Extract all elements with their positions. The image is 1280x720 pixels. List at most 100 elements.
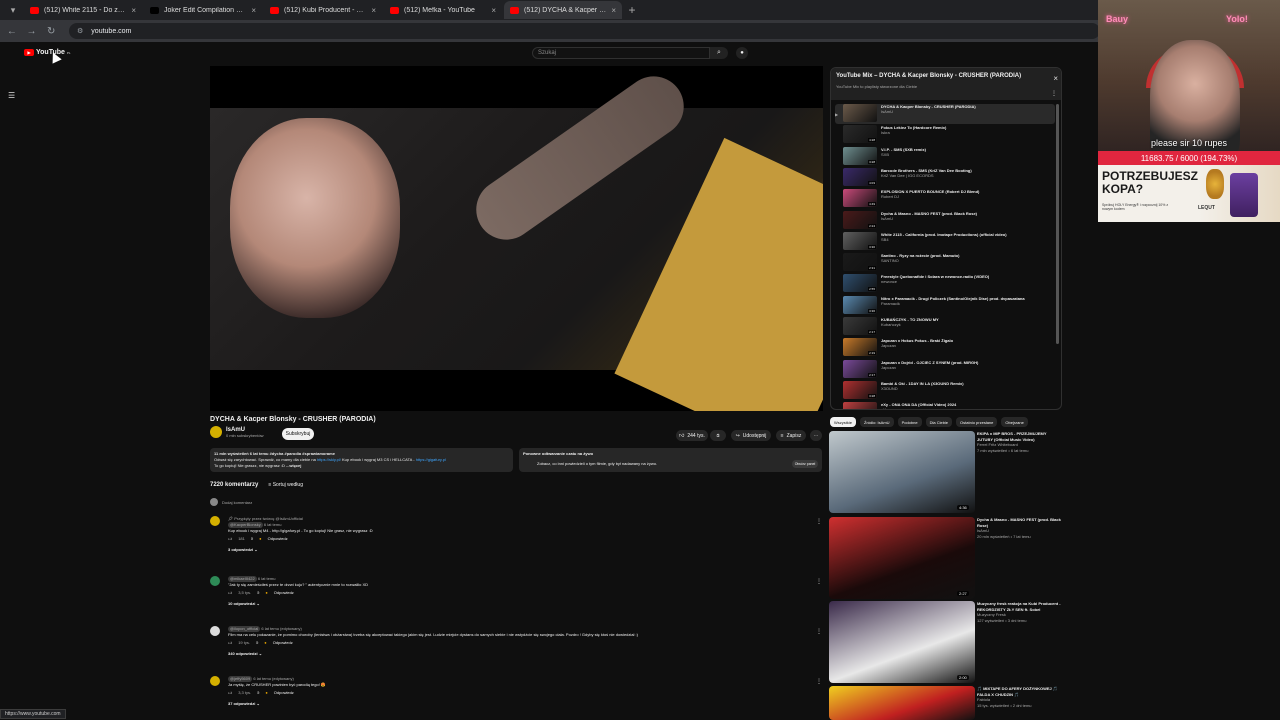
comment-dislike-icon[interactable]: ✋︎ (257, 590, 259, 596)
browser-tab[interactable]: (512) DYCHA & Kacper Blonsky × (504, 1, 622, 19)
new-tab-button[interactable]: + (624, 3, 640, 17)
dislike-button[interactable]: ✋︎ (710, 430, 726, 441)
more-actions-button[interactable]: ⋯ (810, 430, 822, 441)
browser-tab[interactable]: (512) White 2115 - Do zachodu × (24, 1, 142, 19)
comment-menu-icon[interactable]: ⋮ (816, 518, 822, 525)
site-info-icon[interactable]: ⚙ (77, 27, 83, 35)
chevron-down-icon: ⌄ (256, 701, 260, 706)
playlist-duration: 3:30 (868, 244, 876, 249)
close-tab-icon[interactable]: × (491, 6, 496, 15)
comment-menu-icon[interactable]: ⋮ (816, 628, 822, 635)
comment-avatar[interactable] (210, 676, 220, 686)
comment-like-icon[interactable]: 👍︎ (228, 690, 232, 696)
donation-goal-bar: 11683.75 / 6000 (194.73%) (1098, 151, 1280, 165)
replies-toggle[interactable]: 10 odpowiedzi ⌄ (228, 601, 818, 607)
back-icon[interactable]: ← (6, 26, 18, 37)
browser-tab[interactable]: (512) Kubi Producent - KOSZT × (264, 1, 382, 19)
comment-menu-icon[interactable]: ⋮ (816, 578, 822, 585)
search-input[interactable]: Szukaj (532, 47, 710, 59)
filter-chip[interactable]: Wszystkie (830, 417, 856, 427)
comment-menu-icon[interactable]: ⋮ (816, 678, 822, 685)
playlist-scrollbar[interactable] (1056, 104, 1059, 344)
playlist-item[interactable]: 2:19 Japczan x Hokus Pokus - Braki Żigalo… (835, 338, 1055, 358)
comment-dislike-icon[interactable]: ✋︎ (256, 640, 258, 646)
browser-tab[interactable]: Joker Edit Compilation Clips | T × (144, 1, 262, 19)
comment-like-icon[interactable]: 👍︎ (228, 640, 232, 646)
close-icon[interactable]: × (1053, 74, 1058, 83)
comment-like-icon[interactable]: 👍︎ (228, 536, 232, 542)
filter-chip[interactable]: Ostatnio przesłane (956, 417, 998, 427)
description-link[interactable]: https://skiy.pl/ (317, 457, 341, 462)
open-panel-button[interactable]: Otwórz panel (792, 460, 818, 468)
comment-avatar[interactable] (210, 626, 220, 636)
playlist-item[interactable]: 2:17 KUBAŃCZYK - TO ZNOWU MY Kubańczyk (835, 317, 1055, 337)
sort-button[interactable]: ≡ Sortuj według (268, 482, 303, 488)
forward-icon[interactable]: → (26, 26, 38, 37)
reload-icon[interactable]: ↻ (45, 26, 57, 37)
recommended-thumbnail[interactable] (829, 686, 975, 720)
share-button[interactable]: ↪ Udostępnij (731, 430, 771, 441)
filter-chip[interactable]: Źródło: IsAmU (860, 417, 894, 427)
recommended-thumbnail[interactable] (829, 431, 975, 513)
filter-chip[interactable]: Podobne (897, 417, 922, 427)
playlist-thumbnail: 4:49 (843, 189, 877, 208)
playlist-item[interactable]: ▶ DYCHA & Kacper Blonsky - CRUSHER (PAROD… (835, 104, 1055, 124)
reply-button[interactable]: Odpowiedz (274, 590, 294, 596)
close-tab-icon[interactable]: × (611, 6, 616, 15)
playlist-item[interactable]: 3:28 V.I.P. - SMS (SXB remix) SXB (835, 146, 1055, 167)
subscribe-button[interactable]: Subskrybuj (282, 428, 314, 440)
comment-dislike-icon[interactable]: ✋︎ (251, 536, 253, 542)
playlist-item[interactable]: 2:55 Freestyle Quebonafide i Solara w new… (835, 274, 1055, 294)
playlist-item-info: Bambi & Oki - 1DAY IN LA (X3OUND Remix) X… (881, 381, 1051, 401)
playlist-item[interactable]: 3:08 eXy - ONA ONA DA (Official Video) 20… (835, 402, 1055, 409)
close-tab-icon[interactable]: × (251, 6, 256, 15)
playlist-item-info: DYCHA & Kacper Blonsky - CRUSHER (PARODI… (881, 104, 1051, 124)
youtube-logo[interactable]: ▶ YouTube PL (24, 49, 71, 56)
tab-list-icon[interactable]: ▾ (4, 2, 22, 18)
playlist-menu-icon[interactable]: ⋮ (1051, 90, 1057, 97)
status-bar-url: https://www.youtube.com (0, 709, 66, 719)
filter-chip[interactable]: Dla Ciebie (925, 417, 953, 427)
filter-chip[interactable]: Obejrzane (1001, 417, 1028, 427)
playlist-item[interactable]: 3:28 Bambi & Oki - 1DAY IN LA (X3OUND Rem… (835, 380, 1055, 401)
close-tab-icon[interactable]: × (371, 6, 376, 15)
playlist-item[interactable]: 2:17 Japczan x Dojrid - OJCIEC Z SYNEM (p… (835, 359, 1055, 380)
playlist-item[interactable]: 2:24 Dycha & Masno - MASNO FEST (prod. Bl… (835, 210, 1055, 231)
add-comment-field[interactable]: Dodaj komentarz (210, 498, 252, 506)
reply-button[interactable]: Odpowiedz (273, 640, 293, 646)
browser-tab[interactable]: (512) Mefka - YouTube × (384, 1, 502, 19)
description-more[interactable]: ...więcej (286, 463, 301, 468)
address-bar[interactable]: ⚙ youtube.com (69, 23, 1101, 39)
comment-avatar[interactable] (210, 516, 220, 526)
description-link-2[interactable]: https://gigafury.pl (416, 457, 446, 462)
channel-avatar[interactable] (210, 426, 222, 438)
like-button[interactable]: 👍︎ 244 tys. (676, 430, 708, 441)
playlist-title[interactable]: YouTube Mix – DYCHA & Kacper Blonsky - C… (836, 73, 1058, 79)
replies-toggle[interactable]: 340 odpowiedzi ⌄ (228, 651, 818, 657)
playlist-item[interactable]: 2:31 Santino - Ryzy na rożecie (prod. Mam… (835, 253, 1055, 273)
comment-dislike-icon[interactable]: ✋︎ (257, 690, 259, 696)
recommended-thumbnail[interactable] (829, 517, 975, 599)
replies-toggle[interactable]: 3 odpowiedzi ⌄ (228, 547, 818, 553)
save-button[interactable]: ≡ Zapisz (776, 430, 806, 441)
search-icon[interactable]: ⌕ (710, 47, 728, 59)
recommended-thumbnail[interactable] (829, 601, 975, 683)
playlist-item[interactable]: 4:28 Fokus Lekiez To (Hardcore Remix) Iskr… (835, 125, 1055, 145)
playlist-item[interactable]: 3:36 Nitro x Paramacik - Drugi Policzek (… (835, 295, 1055, 316)
playlist-item[interactable]: 4:49 EXPLOSION X PUERTO BOUNCE (Robert DJ… (835, 189, 1055, 209)
playlist-item[interactable]: 3:30 White 2115 - California (prod. Imota… (835, 231, 1055, 252)
playlist-item-info: EXPLOSION X PUERTO BOUNCE (Robert DJ Ble… (881, 189, 1051, 209)
menu-icon[interactable]: ☰ (8, 91, 15, 100)
close-tab-icon[interactable]: × (131, 6, 136, 15)
playlist-item[interactable]: 4:03 Barcode Brothers - SMS (KriZ Van Dee… (835, 167, 1055, 188)
reply-button[interactable]: Odpowiedz (268, 536, 288, 542)
comment-like-icon[interactable]: 👍︎ (228, 590, 232, 596)
comment-avatar[interactable] (210, 576, 220, 586)
video-player[interactable] (210, 66, 823, 411)
replies-toggle[interactable]: 37 odpowiedzi ⌄ (228, 701, 818, 707)
reply-button[interactable]: Odpowiedz (274, 690, 294, 696)
mic-icon[interactable]: ● (736, 47, 748, 59)
playlist-item-channel: Iskra (881, 130, 890, 136)
playlist-item-channel: SANTINO (881, 258, 899, 264)
description-box[interactable]: 11 mln wyświetleń 6 lat temu #dycha #par… (210, 448, 513, 472)
